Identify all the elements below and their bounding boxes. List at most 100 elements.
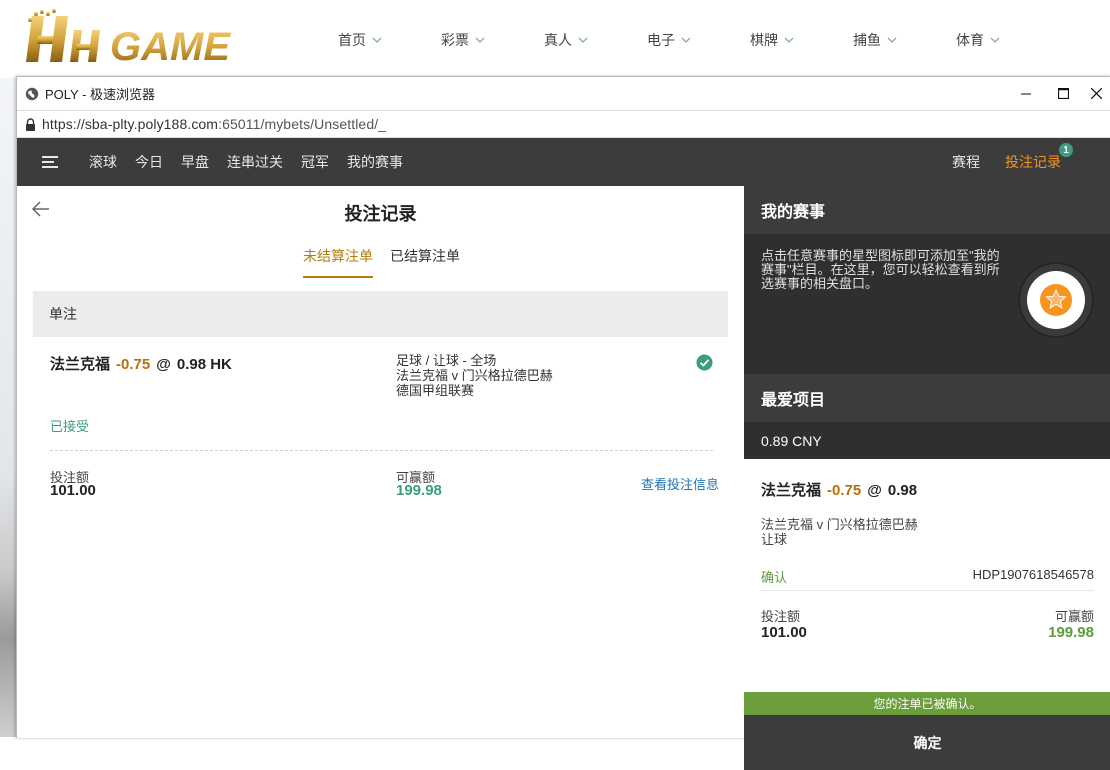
check-circle-icon [696, 354, 713, 371]
site-nav-label: 电子 [647, 32, 675, 48]
nav-outright[interactable]: 冠军 [301, 152, 329, 172]
ticket-odds: 0.98 [887, 482, 918, 499]
favorites-panel: 最爱项目 0.89 CNY 法兰克福 -0.75 @0.98 法兰克福 v 门兴格拉… [744, 374, 1110, 770]
chevron-down-icon [578, 37, 588, 43]
bet-at: @ [156, 356, 171, 373]
star-inner [1027, 271, 1085, 329]
tab-unsettled[interactable]: 未结算注单 [303, 246, 373, 278]
url-host: https://sba-plty.poly188.com [42, 116, 219, 132]
bet-match: 法兰克福 v 门兴格拉德巴赫 [396, 368, 553, 383]
ticket-selection: 法兰克福 -0.75 @0.98 [761, 479, 917, 500]
favorites-title: 最爱项目 [744, 374, 1110, 422]
background-page [0, 78, 17, 737]
divider [761, 590, 1094, 591]
ticket-win-value: 199.98 [1048, 624, 1094, 641]
browser-window: POLY - 极速浏览器 https://sba-plty.poly188.co… [16, 76, 1110, 770]
nav-bet-records[interactable]: 投注记录 1 [1005, 143, 1073, 172]
bet-tabs: 未结算注单 已结算注单 [303, 246, 477, 278]
nav-my-events[interactable]: 我的赛事 [347, 152, 403, 172]
site-nav-sports[interactable]: 体育 [956, 30, 1059, 50]
minimize-button[interactable] [1007, 77, 1045, 110]
chevron-down-icon [887, 37, 897, 43]
globe-icon [25, 87, 39, 100]
site-nav-label: 棋牌 [750, 32, 778, 48]
confirmation-message: 您的注单已被确认。 [744, 692, 1110, 715]
nav-today[interactable]: 今日 [135, 152, 163, 172]
site-nav-label: 捕鱼 [853, 32, 881, 48]
ok-button[interactable]: 确定 [744, 715, 1110, 770]
divider [50, 450, 713, 451]
site-nav-label: 体育 [956, 32, 984, 48]
lock-icon [26, 117, 35, 131]
menu-icon[interactable] [42, 156, 58, 168]
topnav-links: 滚球 今日 早盘 连串过关 冠军 我的赛事 [89, 152, 421, 172]
nav-inplay[interactable]: 滚球 [89, 152, 117, 172]
chevron-down-icon [372, 37, 382, 43]
nav-schedule[interactable]: 赛程 [952, 152, 980, 172]
ticket-stake-label: 投注额 [761, 609, 801, 624]
bet-handicap: -0.75 [116, 356, 151, 373]
my-events-panel: 我的赛事 点击任意赛事的星型图标即可添加至"我的赛事"栏目。在这里，您可以轻松查… [744, 186, 1110, 374]
bet-records-panel: 投注记录 未结算注单 已结算注单 单注 法兰克福 -0.75 @0.98 HK 足球… [17, 186, 744, 738]
url-text: https://sba-plty.poly188.com:65011/mybet… [42, 116, 386, 132]
ticket-at: @ [867, 482, 882, 499]
bet-market: 足球 / 让球 - 全场 [396, 353, 497, 368]
chevron-down-icon [475, 37, 485, 43]
bet-selection: 法兰克福 -0.75 @0.98 HK [50, 353, 232, 374]
chevron-down-icon [681, 37, 691, 43]
close-button[interactable] [1081, 77, 1110, 110]
ticket-win-label: 可赢额 [1054, 609, 1094, 624]
window-titlebar[interactable]: POLY - 极速浏览器 [17, 77, 1110, 110]
my-events-desc: 点击任意赛事的星型图标即可添加至"我的赛事"栏目。在这里，您可以轻松查看到所选赛… [761, 248, 1000, 291]
tab-settled[interactable]: 已结算注单 [390, 246, 460, 278]
star-icon [1040, 284, 1072, 316]
balance: 0.89 CNY [744, 422, 1110, 459]
bet-ticket: 法兰克福 -0.75 @0.98 法兰克福 v 门兴格拉德巴赫 让球 确认 HDP1… [744, 459, 1110, 692]
bet-league: 德国甲组联赛 [396, 383, 475, 398]
site-nav-lottery[interactable]: 彩票 [441, 30, 544, 50]
bet-count-badge: 1 [1059, 143, 1073, 157]
chevron-down-icon [990, 37, 1000, 43]
site-nav-home[interactable]: 首页 [338, 30, 441, 50]
address-bar[interactable]: https://sba-plty.poly188.com:65011/mybet… [17, 110, 1110, 138]
view-bet-info-link[interactable]: 查看投注信息 [641, 474, 719, 493]
win-value: 199.98 [396, 482, 442, 499]
site-nav-label: 首页 [338, 32, 366, 48]
ticket-team: 法兰克福 [761, 482, 822, 499]
sportsbook-app: 滚球 今日 早盘 连串过关 冠军 我的赛事 赛程 投注记录 1 投注记录 未结算注… [17, 138, 1110, 770]
ticket-match-info: 法兰克福 v 门兴格拉德巴赫 让球 [761, 517, 918, 547]
ticket-stake-value: 101.00 [761, 624, 807, 641]
site-nav-fishing[interactable]: 捕鱼 [853, 30, 956, 50]
site-nav: 首页 彩票 真人 电子 棋牌 捕鱼 体育 [338, 30, 1059, 50]
bet-team: 法兰克福 [50, 356, 111, 373]
url-path: :65011/mybets/Unsettled/_ [218, 116, 387, 132]
ticket-handicap: -0.75 [827, 482, 862, 499]
site-header: GAME 首页 彩票 真人 电子 棋牌 捕鱼 体育 [0, 0, 1110, 78]
top-nav: 滚球 今日 早盘 连串过关 冠军 我的赛事 赛程 投注记录 1 [17, 138, 1110, 186]
maximize-icon [1057, 88, 1069, 99]
ticket-status: 确认 [761, 570, 788, 585]
nav-early[interactable]: 早盘 [181, 152, 209, 172]
stake-value: 101.00 [50, 482, 96, 499]
nav-parlay[interactable]: 连串过关 [227, 152, 283, 172]
chevron-down-icon [784, 37, 794, 43]
ticket-match: 法兰克福 v 门兴格拉德巴赫 [761, 517, 918, 532]
maximize-button[interactable] [1044, 77, 1082, 110]
bet-odds: 0.98 HK [176, 356, 232, 373]
site-nav-cards[interactable]: 棋牌 [750, 30, 853, 50]
window-title: POLY - 极速浏览器 [45, 87, 156, 102]
section-header-single: 单注 [33, 291, 728, 337]
page-title: 投注记录 [344, 204, 417, 224]
site-nav-label: 彩票 [441, 32, 469, 48]
site-nav-live[interactable]: 真人 [544, 30, 647, 50]
close-icon [1090, 88, 1102, 99]
nav-bet-records-label: 投注记录 [1005, 154, 1061, 170]
star-badge [1020, 264, 1092, 336]
bet-info: 足球 / 让球 - 全场 法兰克福 v 门兴格拉德巴赫 德国甲组联赛 [396, 353, 553, 398]
site-logo[interactable]: GAME [18, 8, 283, 70]
site-nav-slots[interactable]: 电子 [647, 30, 750, 50]
ticket-ref-id: HDP1907618546578 [972, 567, 1094, 582]
my-events-title: 我的赛事 [744, 186, 1110, 234]
minimize-icon [1021, 93, 1031, 94]
topnav-right: 赛程 投注记录 1 [952, 138, 1110, 186]
